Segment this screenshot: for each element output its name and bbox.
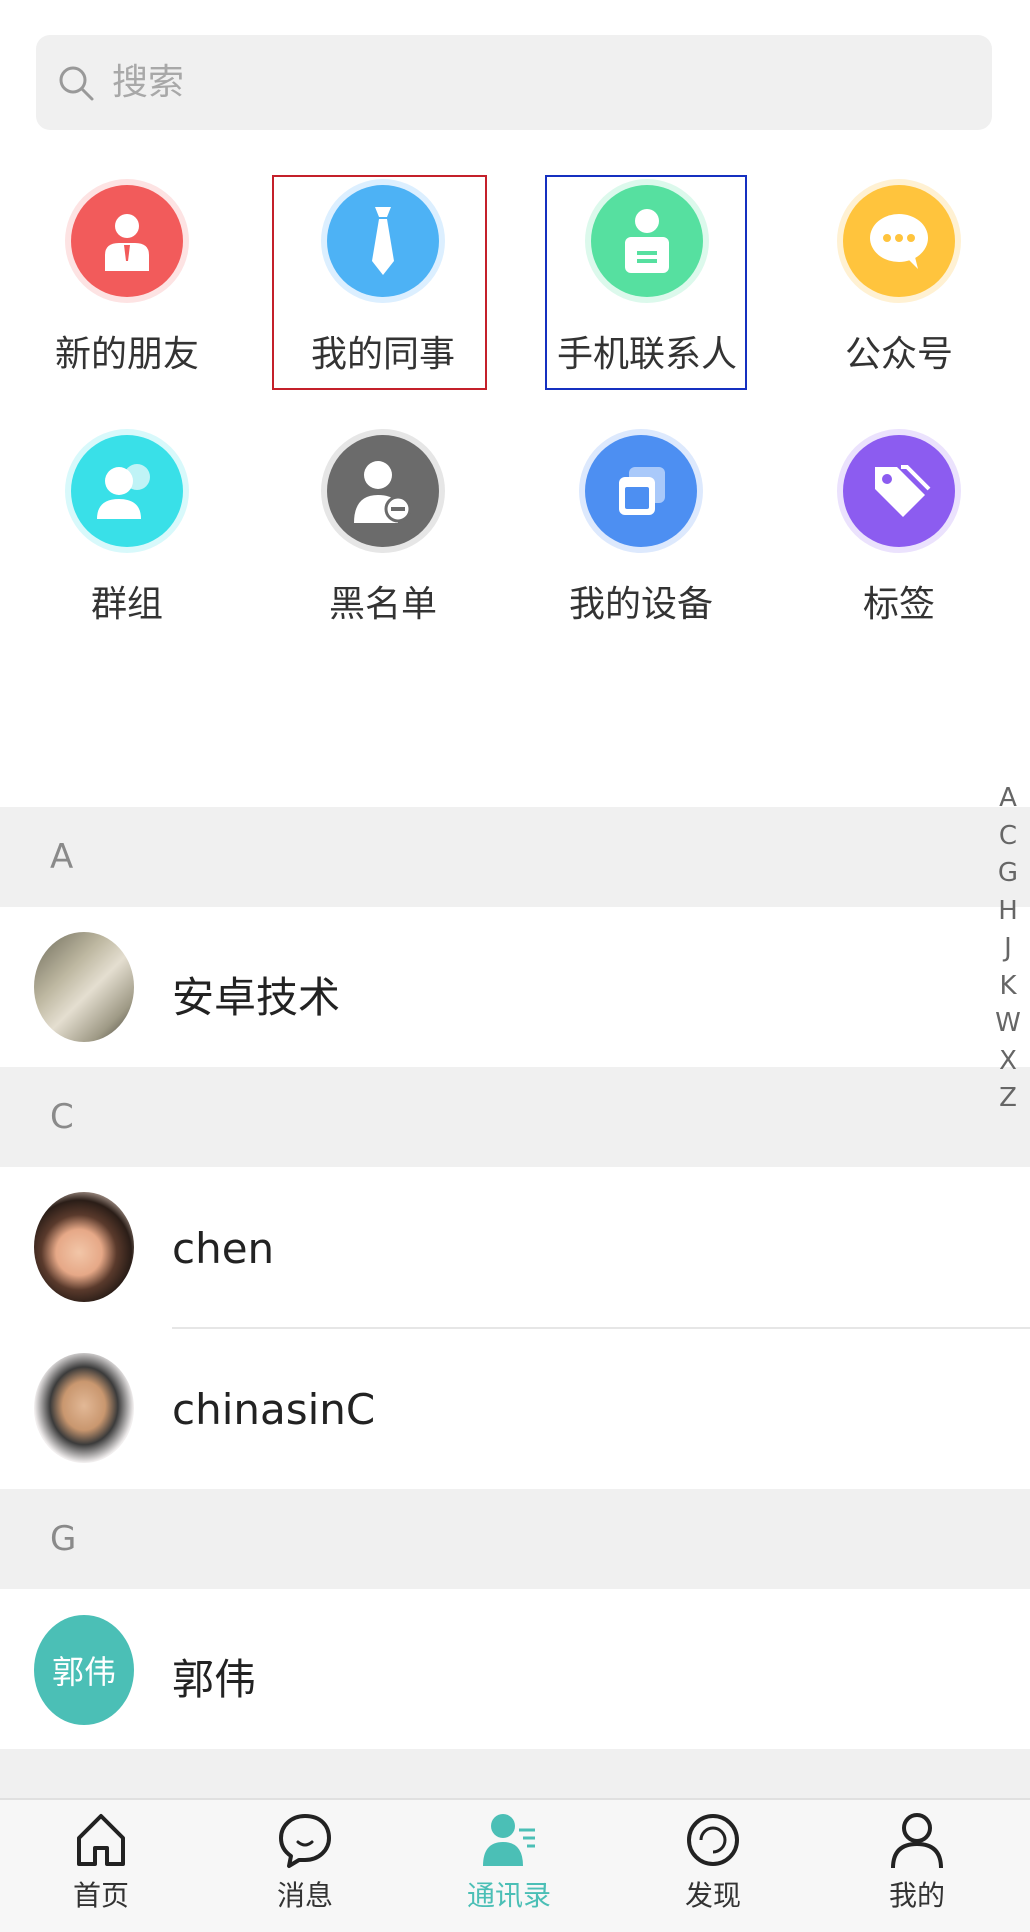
- section-letter: G: [50, 1519, 77, 1559]
- feature-official-accounts[interactable]: 公众号: [779, 185, 1019, 377]
- contact-name: chinasinC: [172, 1385, 376, 1434]
- bottom-nav: 首页 消息 通讯录 发现 我的: [0, 1798, 1030, 1932]
- nav-home[interactable]: 首页: [31, 1810, 171, 1914]
- index-letter[interactable]: X: [992, 1043, 1024, 1081]
- section-letter: A: [50, 837, 74, 877]
- contact-row[interactable]: 郭伟 郭伟: [0, 1589, 1030, 1749]
- search-icon: [59, 66, 94, 100]
- feature-label: 标签: [862, 584, 935, 625]
- group-icon: [71, 435, 183, 547]
- nav-label: 通讯录: [466, 1879, 551, 1912]
- avatar: 郭伟: [34, 1615, 134, 1725]
- contact-row[interactable]: chen: [0, 1167, 1030, 1327]
- discover-icon: [687, 1814, 739, 1866]
- feature-blacklist[interactable]: 黑名单: [263, 435, 503, 627]
- feature-my-devices[interactable]: 我的设备: [521, 435, 761, 627]
- index-letter[interactable]: W: [992, 1005, 1024, 1043]
- highlight-box-red: [272, 175, 487, 390]
- index-letter[interactable]: Z: [992, 1080, 1024, 1118]
- feature-label: 我的设备: [568, 584, 713, 625]
- contact-row[interactable]: chinasinC: [0, 1329, 1030, 1489]
- contact-name: chen: [172, 1224, 275, 1273]
- section-header-a: A: [0, 807, 1030, 907]
- index-letter[interactable]: C: [992, 818, 1024, 856]
- index-letter[interactable]: H: [992, 893, 1024, 931]
- search-bar[interactable]: [36, 35, 992, 130]
- home-icon: [77, 1814, 125, 1866]
- avatar-text: 郭伟: [51, 1653, 116, 1691]
- index-letter[interactable]: G: [992, 855, 1024, 893]
- contact-name: 安卓技术: [172, 973, 341, 1022]
- contact-row[interactable]: 安卓技术: [0, 907, 1030, 1067]
- alphabet-index-bar[interactable]: A C G H J K W X Z: [992, 780, 1024, 1118]
- section-header-c: C: [0, 1067, 1030, 1167]
- nav-messages[interactable]: 消息: [235, 1810, 375, 1914]
- nav-label: 首页: [72, 1879, 129, 1912]
- feature-groups[interactable]: 群组: [7, 435, 247, 627]
- feature-label: 公众号: [844, 334, 953, 375]
- contact-name: 郭伟: [172, 1655, 257, 1704]
- device-icon: [585, 435, 697, 547]
- highlight-box-blue: [545, 175, 747, 390]
- blacklist-icon: [327, 435, 439, 547]
- index-letter[interactable]: A: [992, 780, 1024, 818]
- feature-label: 黑名单: [328, 584, 437, 625]
- chat-bubble-icon: [843, 185, 955, 297]
- avatar: [34, 1353, 134, 1463]
- profile-icon: [891, 1813, 943, 1869]
- feature-label: 新的朋友: [54, 334, 199, 375]
- avatar: [34, 1192, 134, 1302]
- new-friend-icon: [71, 185, 183, 297]
- feature-label: 群组: [90, 584, 163, 625]
- feature-tags[interactable]: 标签: [779, 435, 1019, 627]
- nav-profile[interactable]: 我的: [847, 1810, 987, 1914]
- section-letter: C: [50, 1097, 74, 1137]
- nav-contacts[interactable]: 通讯录: [439, 1810, 579, 1914]
- nav-label: 消息: [276, 1879, 333, 1912]
- message-icon: [279, 1814, 331, 1868]
- nav-label: 我的: [888, 1879, 945, 1912]
- contacts-icon: [483, 1814, 535, 1866]
- section-header-g: G: [0, 1489, 1030, 1589]
- feature-new-friends[interactable]: 新的朋友: [7, 185, 247, 377]
- search-input[interactable]: [110, 61, 974, 104]
- nav-discover[interactable]: 发现: [643, 1810, 783, 1914]
- index-letter[interactable]: K: [992, 968, 1024, 1006]
- tag-icon: [843, 435, 955, 547]
- index-letter[interactable]: J: [992, 930, 1024, 968]
- avatar: [34, 932, 134, 1042]
- nav-label: 发现: [684, 1879, 741, 1912]
- section-header-partial: [0, 1749, 1030, 1799]
